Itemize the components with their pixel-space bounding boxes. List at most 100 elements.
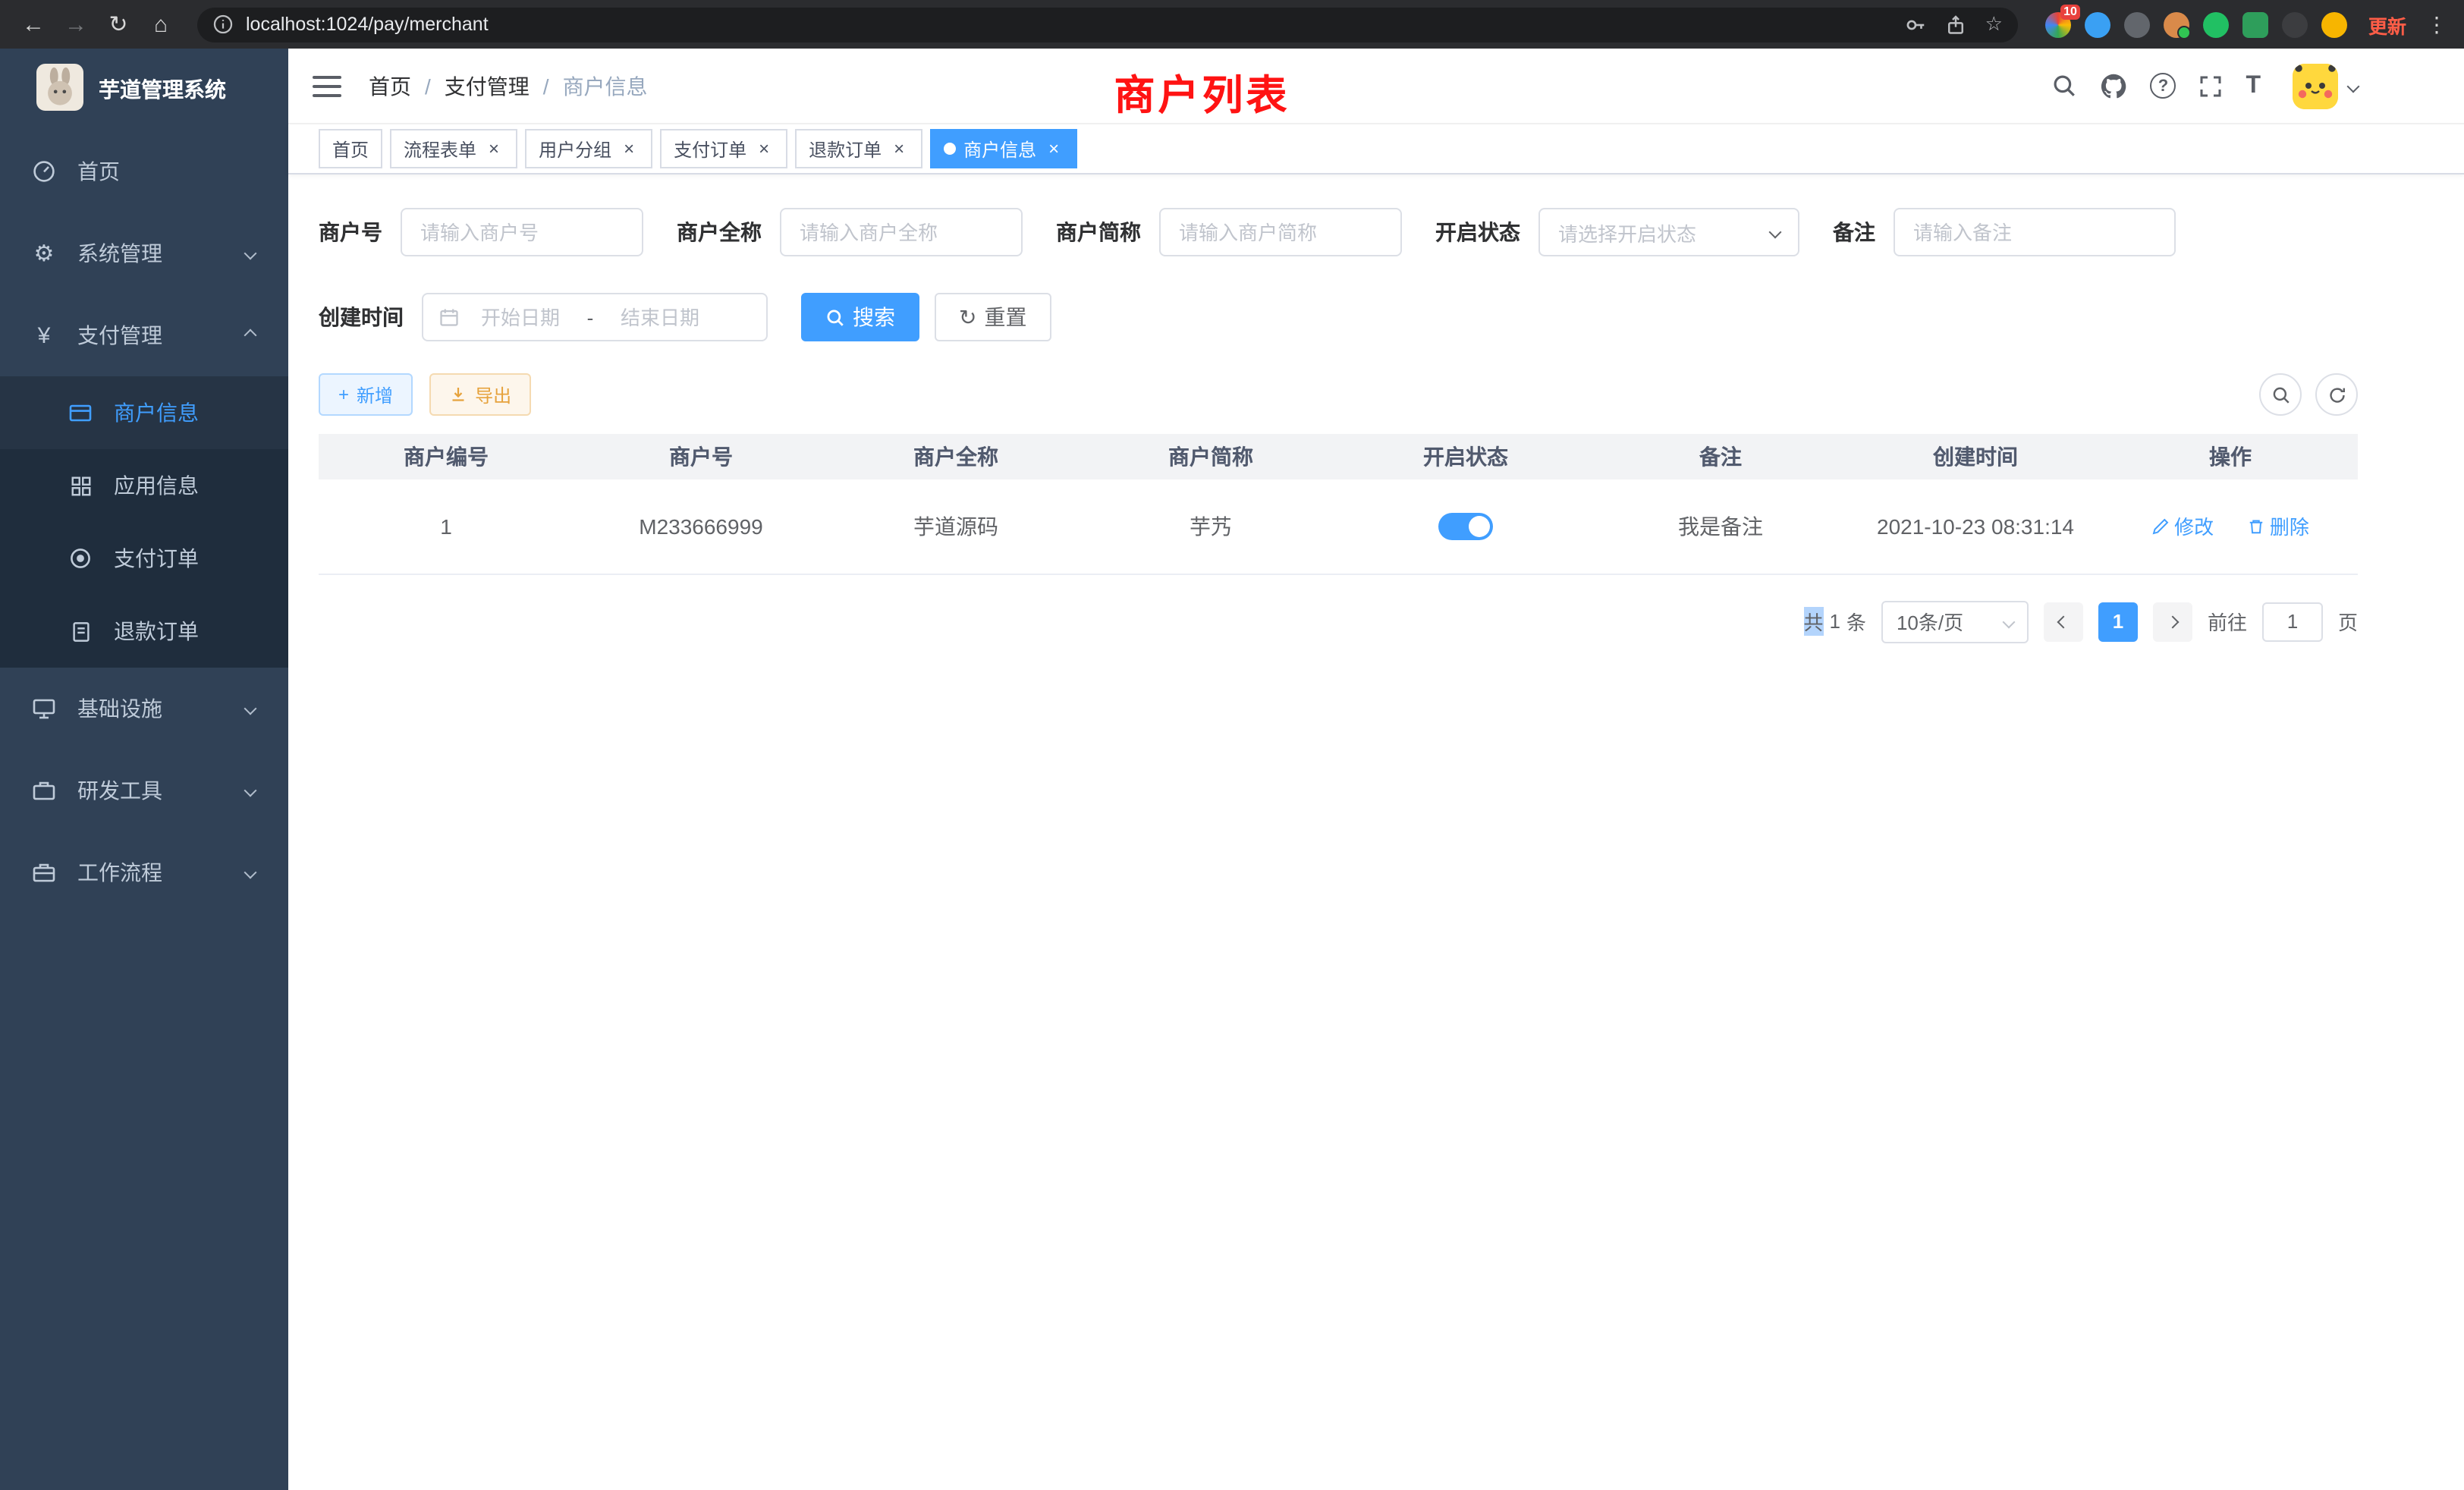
close-icon[interactable]: ×: [1044, 139, 1064, 159]
app-logo[interactable]: 芋道管理系统: [0, 49, 288, 130]
chevron-down-icon: [2347, 80, 2360, 93]
edit-button[interactable]: 修改: [2151, 512, 2214, 541]
total-count: 1: [1829, 610, 1840, 633]
github-icon[interactable]: [2100, 72, 2127, 99]
extension-icon-2[interactable]: [2085, 11, 2110, 37]
chevron-down-icon: [244, 703, 257, 715]
show-search-toggle-button[interactable]: [2259, 373, 2302, 416]
refresh-table-button[interactable]: [2315, 373, 2358, 416]
tab-home[interactable]: 首页: [319, 129, 382, 168]
status-toggle[interactable]: [1438, 513, 1493, 540]
sidebar-item-merchant-info[interactable]: 商户信息: [0, 376, 288, 449]
help-icon[interactable]: ?: [2150, 73, 2176, 99]
close-icon[interactable]: ×: [619, 139, 639, 159]
reset-button[interactable]: ↻ 重置: [935, 293, 1051, 341]
add-button-label: 新增: [357, 382, 393, 407]
merchant-no-input[interactable]: [401, 208, 643, 256]
breadcrumb-payment[interactable]: 支付管理: [445, 71, 530, 101]
export-button[interactable]: 导出: [429, 373, 531, 416]
search-button[interactable]: 搜索: [801, 293, 919, 341]
toolbox-icon: [30, 778, 58, 803]
chrome-update-button[interactable]: 更新: [2368, 10, 2406, 39]
cell-full-name: 芋道源码: [828, 479, 1083, 574]
full-name-input[interactable]: [780, 208, 1023, 256]
extension-icon-6[interactable]: [2242, 11, 2268, 37]
goto-page-input[interactable]: [2262, 602, 2323, 641]
tags-view-bar: 首页 流程表单 × 用户分组 × 支付订单 × 退款订单 ×: [288, 124, 2464, 174]
close-icon[interactable]: ×: [754, 139, 774, 159]
sidebar: 芋道管理系统 首页 ⚙ 系统管理 ¥ 支付管理: [0, 49, 288, 1490]
col-merchant-id: 商户编号: [319, 434, 574, 479]
bookmark-star-icon[interactable]: ☆: [1985, 12, 2003, 36]
filter-short-name: 商户简称: [1056, 208, 1402, 256]
tab-label: 商户信息: [963, 136, 1036, 162]
tab-user-group[interactable]: 用户分组 ×: [525, 129, 652, 168]
extension-icon-5[interactable]: [2203, 11, 2229, 37]
tab-pay-order[interactable]: 支付订单 ×: [660, 129, 787, 168]
url-text: localhost:1024/pay/merchant: [246, 14, 489, 35]
tab-merchant-info[interactable]: 商户信息 ×: [930, 129, 1077, 168]
password-key-icon[interactable]: [1905, 13, 1928, 36]
search-icon[interactable]: [2051, 73, 2077, 99]
browser-menu-icon[interactable]: ⋮: [2425, 11, 2449, 37]
add-button[interactable]: + 新增: [319, 373, 413, 416]
goto-suffix: 页: [2338, 607, 2358, 636]
sidebar-item-label: 系统管理: [77, 238, 162, 269]
sidebar-item-system[interactable]: ⚙ 系统管理: [0, 212, 288, 294]
search-button-label: 搜索: [853, 302, 895, 332]
page-number-button[interactable]: 1: [2098, 602, 2138, 641]
short-name-input[interactable]: [1159, 208, 1402, 256]
sidebar-item-app-info[interactable]: 应用信息: [0, 449, 288, 522]
page-size-select[interactable]: 10条/页: [1881, 600, 2029, 643]
tab-process-form[interactable]: 流程表单 ×: [390, 129, 517, 168]
breadcrumb-home[interactable]: 首页: [369, 71, 411, 101]
collapse-sidebar-button[interactable]: [313, 75, 341, 96]
next-page-button[interactable]: [2153, 602, 2192, 641]
cell-merchant-id: 1: [319, 479, 574, 574]
sidebar-item-home[interactable]: 首页: [0, 130, 288, 212]
tab-label: 用户分组: [539, 136, 611, 162]
sidebar-item-infra[interactable]: 基础设施: [0, 668, 288, 750]
create-time-range-picker[interactable]: -: [422, 293, 768, 341]
remark-input[interactable]: [1894, 208, 2176, 256]
edit-button-label: 修改: [2174, 512, 2214, 541]
fullscreen-icon[interactable]: [2198, 74, 2223, 98]
col-actions: 操作: [2103, 434, 2358, 479]
sidebar-item-workflow[interactable]: 工作流程: [0, 831, 288, 913]
end-date-input[interactable]: [605, 306, 715, 328]
prev-page-button[interactable]: [2044, 602, 2083, 641]
extension-icon-1[interactable]: 10: [2045, 11, 2071, 37]
address-bar[interactable]: localhost:1024/pay/merchant ☆: [197, 7, 2018, 42]
browser-forward-button[interactable]: →: [58, 6, 94, 42]
cell-actions: 修改 删除: [2103, 479, 2358, 574]
user-menu[interactable]: [2293, 63, 2358, 108]
sidebar-item-pay-order[interactable]: 支付订单: [0, 522, 288, 595]
grid-icon: [67, 474, 94, 497]
font-size-icon[interactable]: T: [2246, 72, 2261, 99]
extension-icon-8[interactable]: [2321, 11, 2347, 37]
browser-back-button[interactable]: ←: [15, 6, 52, 42]
browser-reload-button[interactable]: ↻: [100, 6, 137, 42]
browser-home-button[interactable]: ⌂: [143, 6, 179, 42]
total-prefix: 共: [1803, 607, 1823, 636]
credit-card-icon: [67, 401, 94, 425]
goto-label: 前往: [2208, 607, 2247, 636]
payment-submenu: 商户信息 应用信息: [0, 376, 288, 668]
filter-status: 开启状态 请选择开启状态: [1435, 208, 1799, 256]
extension-icon-3[interactable]: [2124, 11, 2150, 37]
close-icon[interactable]: ×: [889, 139, 909, 159]
filter-row-2: 创建时间 -: [319, 293, 2358, 341]
sidebar-item-payment[interactable]: ¥ 支付管理: [0, 294, 288, 376]
extension-icon-4[interactable]: [2164, 11, 2189, 37]
share-icon[interactable]: [1946, 13, 1967, 36]
site-info-icon[interactable]: [212, 14, 234, 35]
start-date-input[interactable]: [466, 306, 575, 328]
delete-button-label: 删除: [2270, 512, 2309, 541]
extension-icon-7[interactable]: [2282, 11, 2308, 37]
status-select[interactable]: 请选择开启状态: [1538, 208, 1799, 256]
close-icon[interactable]: ×: [484, 139, 504, 159]
delete-button[interactable]: 删除: [2247, 512, 2309, 541]
sidebar-item-devtools[interactable]: 研发工具: [0, 750, 288, 831]
tab-refund-order[interactable]: 退款订单 ×: [795, 129, 922, 168]
sidebar-item-refund-order[interactable]: 退款订单: [0, 595, 288, 668]
